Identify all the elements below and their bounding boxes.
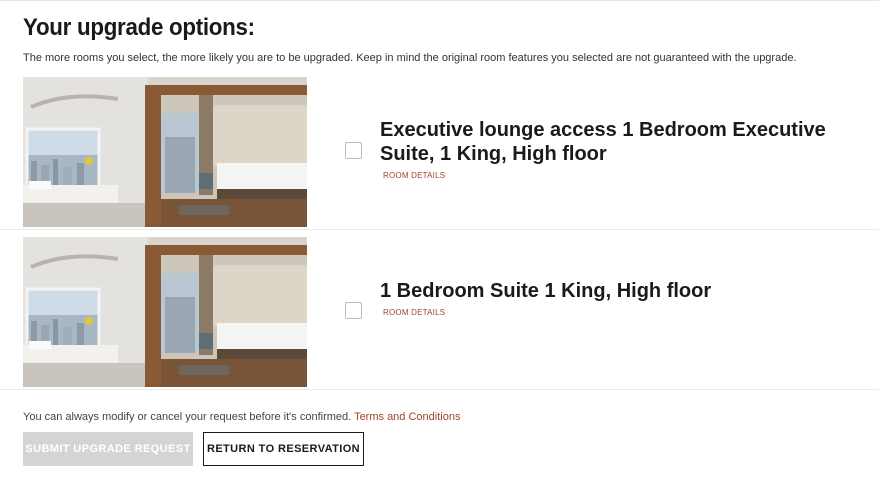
upgrade-option: 1 Bedroom Suite 1 King, High floor ROOM … xyxy=(0,237,879,390)
room-title: Executive lounge access 1 Bedroom Execut… xyxy=(380,119,826,165)
submit-upgrade-request-button[interactable]: SUBMIT UPGRADE REQUEST xyxy=(23,432,193,466)
terms-and-conditions-link[interactable]: Terms and Conditions xyxy=(354,411,460,423)
footer-note: You can always modify or cancel your req… xyxy=(23,411,460,423)
footer-note-text: You can always modify or cancel your req… xyxy=(23,411,352,423)
room-title: 1 Bedroom Suite 1 King, High floor xyxy=(380,280,712,302)
room-details-link[interactable]: ROOM DETAILS xyxy=(383,308,445,317)
option-checkbox[interactable] xyxy=(345,142,362,159)
room-details-link[interactable]: ROOM DETAILS xyxy=(383,171,445,180)
return-to-reservation-button[interactable]: RETURN TO RESERVATION xyxy=(203,432,364,466)
top-divider xyxy=(0,0,879,1)
intro-text: The more rooms you select, the more like… xyxy=(23,52,797,64)
upgrade-option: Executive lounge access 1 Bedroom Execut… xyxy=(0,77,879,230)
page-title: Your upgrade options: xyxy=(23,14,255,41)
room-photo xyxy=(23,237,307,387)
room-photo xyxy=(23,77,307,227)
option-checkbox[interactable] xyxy=(345,302,362,319)
